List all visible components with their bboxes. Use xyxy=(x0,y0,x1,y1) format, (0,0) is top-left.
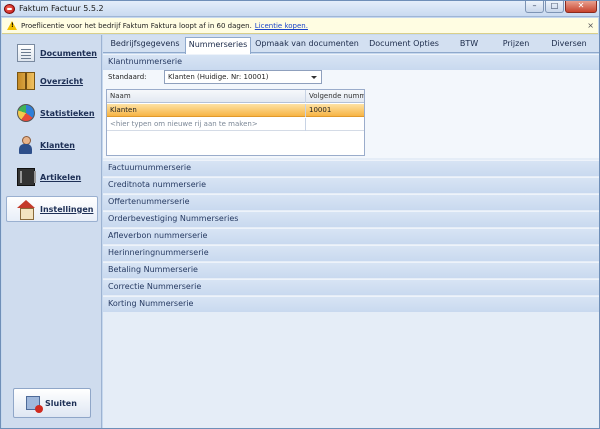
section-header-herinnering[interactable]: Herinneringnummerserie xyxy=(103,245,599,261)
sidebar-item-documenten[interactable]: Documenten xyxy=(6,40,98,66)
document-icon xyxy=(17,44,35,62)
close-app-label: Sluiten xyxy=(45,398,77,408)
number-series-grid: Naam Volgende nummer Klanten 10001 <hier… xyxy=(106,89,365,156)
sidebar-item-klanten[interactable]: Klanten xyxy=(6,132,98,158)
section-header-orderbevestiging[interactable]: Orderbevestiging Nummerseries xyxy=(103,211,599,227)
tab-btw[interactable]: BTW xyxy=(453,37,485,53)
box-icon xyxy=(17,168,36,186)
section-header-offerte[interactable]: Offertenummerserie xyxy=(103,194,599,210)
cell-volgende-nummer[interactable]: 10001 xyxy=(306,104,364,117)
maximize-button[interactable]: □ xyxy=(545,1,564,13)
section-header-korting[interactable]: Korting Nummerserie xyxy=(103,296,599,312)
tab-bedrijfsgegevens[interactable]: Bedrijfsgegevens xyxy=(107,37,183,53)
tab-diversen[interactable]: Diversen xyxy=(547,37,591,53)
section-header-betaling[interactable]: Betaling Nummerserie xyxy=(103,262,599,278)
pie-chart-icon xyxy=(17,104,35,122)
book-icon xyxy=(17,72,35,90)
sidebar-item-overzicht[interactable]: Overzicht xyxy=(6,68,98,94)
person-icon xyxy=(17,136,35,154)
settings-tabs: Bedrijfsgegevens Nummerseries Opmaak van… xyxy=(103,35,599,54)
minimize-button[interactable]: – xyxy=(525,1,544,13)
new-row[interactable]: <hier typen om nieuwe rij aan te maken> xyxy=(107,118,364,131)
tab-opmaak-van-documenten[interactable]: Opmaak van documenten xyxy=(255,37,359,53)
sidebar-item-instellingen[interactable]: Instellingen xyxy=(6,196,98,222)
title-bar[interactable]: Faktum Factuur 5.5.2 – □ ✕ xyxy=(1,1,599,17)
chevron-down-icon xyxy=(311,76,317,79)
app-logo-icon[interactable] xyxy=(4,4,15,14)
table-row[interactable]: Klanten 10001 xyxy=(107,104,364,117)
sidebar-item-artikelen[interactable]: Artikelen xyxy=(6,164,98,190)
section-header-creditnota[interactable]: Creditnota nummerserie xyxy=(103,177,599,193)
new-row-cell[interactable] xyxy=(306,118,364,131)
section-header-afleverbon[interactable]: Afleverbon nummerserie xyxy=(103,228,599,244)
sidebar-item-label: Klanten xyxy=(40,140,75,150)
window-controls: – □ ✕ xyxy=(524,1,597,15)
cell-naam[interactable]: Klanten xyxy=(107,104,306,117)
license-info-bar: Proeflicentie voor het bedrijf Faktum Fa… xyxy=(2,18,598,34)
warning-icon xyxy=(7,21,17,30)
sidebar-item-label: Instellingen xyxy=(40,204,94,214)
buy-license-link[interactable]: Licentie kopen. xyxy=(255,22,308,30)
standard-select[interactable]: Klanten (Huidige. Nr: 10001) xyxy=(164,70,322,84)
sidebar-item-label: Documenten xyxy=(40,48,97,58)
standard-label: Standaard: xyxy=(108,73,147,81)
section-header-klantnummerserie[interactable]: Klantnummerserie xyxy=(103,54,599,70)
house-icon xyxy=(17,200,35,220)
license-message: Proeflicentie voor het bedrijf Faktum Fa… xyxy=(21,22,308,30)
grid-header-row: Naam Volgende nummer xyxy=(107,90,364,103)
column-header-naam[interactable]: Naam xyxy=(107,90,306,103)
exit-icon xyxy=(26,396,43,413)
sidebar-item-statistieken[interactable]: Statistieken xyxy=(6,100,98,126)
close-window-button[interactable]: ✕ xyxy=(565,1,597,13)
nummerseries-panel: Klantnummerserie Standaard: Klanten (Hui… xyxy=(103,54,599,428)
section-header-correctie[interactable]: Correctie Nummerserie xyxy=(103,279,599,295)
license-text: Proeflicentie voor het bedrijf Faktum Fa… xyxy=(21,22,252,30)
klant-section: Klantnummerserie Standaard: Klanten (Hui… xyxy=(103,54,599,158)
sidebar-item-label: Statistieken xyxy=(40,108,95,118)
standard-select-value: Klanten (Huidige. Nr: 10001) xyxy=(168,73,269,81)
sidebar: Documenten Overzicht Statistieken Klante… xyxy=(2,35,102,428)
tab-document-opties[interactable]: Document Opties xyxy=(365,37,443,53)
window-title: Faktum Factuur 5.5.2 xyxy=(19,4,104,13)
close-info-icon[interactable]: × xyxy=(587,21,594,30)
sidebar-item-label: Overzicht xyxy=(40,76,84,86)
tab-nummerseries[interactable]: Nummerseries xyxy=(185,37,251,54)
close-app-button[interactable]: Sluiten xyxy=(13,388,91,418)
new-row-placeholder[interactable]: <hier typen om nieuwe rij aan te maken> xyxy=(107,118,306,131)
tab-prijzen[interactable]: Prijzen xyxy=(497,37,535,53)
sidebar-item-label: Artikelen xyxy=(40,172,82,182)
column-header-volgende-nummer[interactable]: Volgende nummer xyxy=(306,90,364,103)
app-window: Faktum Factuur 5.5.2 – □ ✕ Proeflicentie… xyxy=(0,0,600,429)
section-header-factuurnummerserie[interactable]: Factuurnummerserie xyxy=(103,160,599,176)
